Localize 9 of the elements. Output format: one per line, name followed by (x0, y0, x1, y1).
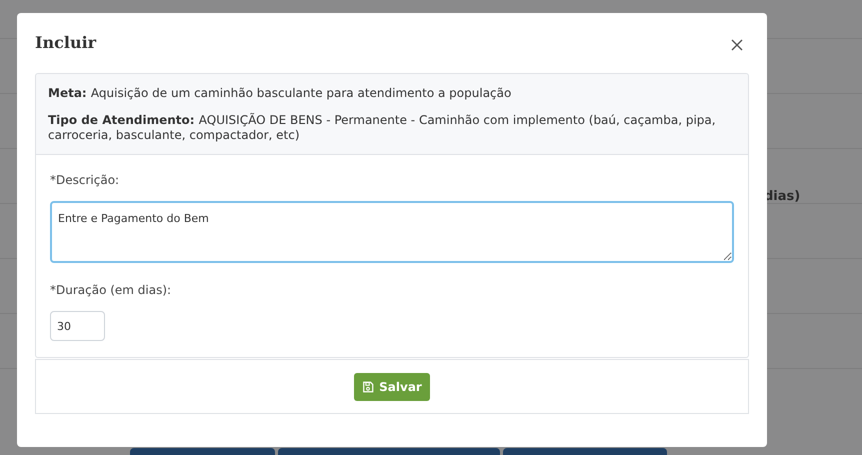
field-label: *Duração (em dias): (50, 282, 172, 299)
dialog-title: Incluir (35, 32, 96, 54)
tipo-text: Tipo de Atendimento: AQUISIÇÃO DE BENS - Permanente - Caminhão com implemento (baú, caçamba, pipa, carroceria, basculante, compactador, etc) (48, 113, 717, 143)
save-icon (362, 380, 374, 392)
meta-text: Meta: Aquisição de um caminhão basculante para atendimento a população (48, 86, 512, 101)
field-label: *Descrição: (50, 172, 120, 189)
close-icon[interactable] (730, 38, 744, 52)
duration-field[interactable]: 30 (50, 311, 105, 341)
description-field[interactable]: Entre e Pagamento do Bem (50, 201, 734, 263)
